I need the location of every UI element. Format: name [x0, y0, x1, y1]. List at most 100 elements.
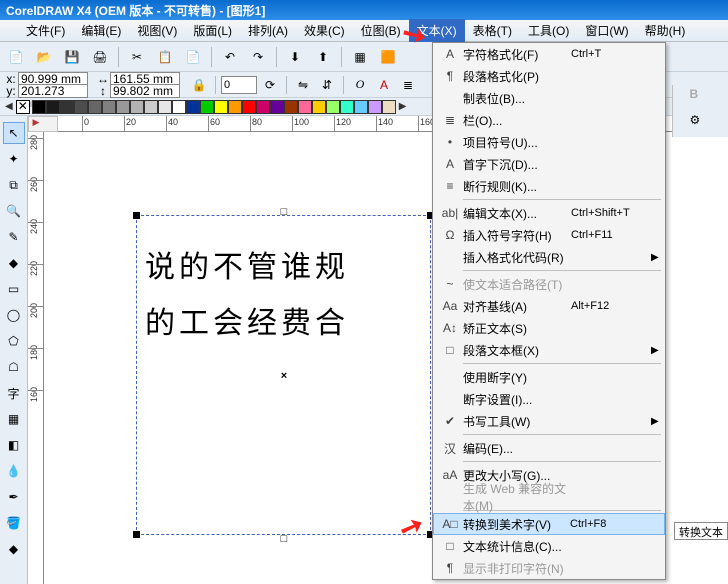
menu-item[interactable]: A□转换到美术字(V)Ctrl+F8: [433, 513, 665, 535]
palette-left-arrow[interactable]: ◀: [2, 101, 16, 112]
basic-shapes-icon[interactable]: ☖: [3, 356, 25, 378]
app-launcher-icon[interactable]: ▦: [348, 45, 372, 69]
rotation-input[interactable]: [221, 76, 257, 94]
export-icon[interactable]: ⬆: [311, 45, 335, 69]
menu-4[interactable]: 排列(A): [240, 19, 296, 42]
color-swatch[interactable]: [270, 100, 284, 114]
edit-text-icon[interactable]: ≣: [397, 74, 419, 96]
smart-fill-icon[interactable]: ◆: [3, 252, 25, 274]
outline-tool-icon[interactable]: ✒: [3, 486, 25, 508]
mirror-v-icon[interactable]: ⇵: [316, 74, 338, 96]
redo-icon[interactable]: ↷: [246, 45, 270, 69]
menu-item[interactable]: 制表位(B)...: [433, 87, 665, 109]
color-swatch[interactable]: [326, 100, 340, 114]
blend-tool-icon[interactable]: ◧: [3, 434, 25, 456]
menu-9[interactable]: 工具(O): [520, 19, 577, 42]
welcome-icon[interactable]: 🟧: [376, 45, 400, 69]
copy-icon[interactable]: 📋: [153, 45, 177, 69]
no-color-swatch[interactable]: [16, 100, 30, 114]
menu-3[interactable]: 版面(L): [185, 19, 240, 42]
color-swatch[interactable]: [88, 100, 102, 114]
menu-1[interactable]: 编辑(E): [73, 19, 129, 42]
mirror-h-icon[interactable]: ⇋: [292, 74, 314, 96]
ellipse-tool-icon[interactable]: ◯: [3, 304, 25, 326]
text-tool-icon[interactable]: 字: [3, 382, 25, 404]
menu-6[interactable]: 位图(B): [353, 19, 409, 42]
color-swatch[interactable]: [60, 100, 74, 114]
import-icon[interactable]: ⬇: [283, 45, 307, 69]
menu-item[interactable]: □段落文本框(X)▶: [433, 339, 665, 361]
bold-icon[interactable]: B: [690, 87, 712, 109]
crop-tool-icon[interactable]: ⧉: [3, 174, 25, 196]
color-swatch[interactable]: [102, 100, 116, 114]
color-swatch[interactable]: [144, 100, 158, 114]
color-swatch[interactable]: [382, 100, 396, 114]
color-swatch[interactable]: [46, 100, 60, 114]
menu-0[interactable]: 文件(F): [18, 19, 73, 42]
eyedropper-icon[interactable]: 💧: [3, 460, 25, 482]
pos-y[interactable]: 201.273 mm: [18, 84, 88, 98]
menu-11[interactable]: 帮助(H): [637, 19, 694, 42]
color-swatch[interactable]: [242, 100, 256, 114]
menu-item[interactable]: ¶段落格式化(P): [433, 65, 665, 87]
cut-icon[interactable]: ✂: [125, 45, 149, 69]
menu-item[interactable]: Ω插入符号字符(H)Ctrl+F11: [433, 224, 665, 246]
menu-item[interactable]: A↕矫正文本(S): [433, 317, 665, 339]
menu-item[interactable]: A首字下沉(D)...: [433, 153, 665, 175]
save-icon[interactable]: 💾: [60, 45, 84, 69]
color-swatch[interactable]: [256, 100, 270, 114]
menu-item[interactable]: 断字设置(I)...: [433, 388, 665, 410]
menu-10[interactable]: 窗口(W): [577, 19, 636, 42]
color-swatch[interactable]: [172, 100, 186, 114]
color-swatch[interactable]: [158, 100, 172, 114]
color-swatch[interactable]: [298, 100, 312, 114]
freehand-tool-icon[interactable]: ✎: [3, 226, 25, 248]
menu-item[interactable]: ✔书写工具(W)▶: [433, 410, 665, 432]
menu-item[interactable]: ≡断行规则(K)...: [433, 175, 665, 197]
menu-item[interactable]: □文本统计信息(C)...: [433, 535, 665, 557]
ruler-origin[interactable]: ▶: [28, 116, 58, 132]
color-swatch[interactable]: [368, 100, 382, 114]
lock-ratio-icon[interactable]: 🔒: [188, 74, 210, 96]
color-swatch[interactable]: [74, 100, 88, 114]
selection-box[interactable]: □ □ × 说的不管谁规 的工会经费合: [136, 215, 431, 535]
menu-item[interactable]: A字符格式化(F)Ctrl+T: [433, 43, 665, 65]
tool-icon[interactable]: ⚙: [690, 113, 712, 135]
shape-tool-icon[interactable]: ✦: [3, 148, 25, 170]
menu-item[interactable]: ab|编辑文本(X)...Ctrl+Shift+T: [433, 202, 665, 224]
menu-8[interactable]: 表格(T): [465, 19, 520, 42]
char-format-icon[interactable]: A: [373, 74, 395, 96]
undo-icon[interactable]: ↶: [218, 45, 242, 69]
menu-item[interactable]: 插入格式化代码(R)▶: [433, 246, 665, 268]
color-swatch[interactable]: [130, 100, 144, 114]
pick-tool-icon[interactable]: ↖: [3, 122, 25, 144]
menu-item[interactable]: ≣栏(O)...: [433, 109, 665, 131]
color-swatch[interactable]: [186, 100, 200, 114]
color-swatch[interactable]: [354, 100, 368, 114]
color-swatch[interactable]: [200, 100, 214, 114]
fill-tool-icon[interactable]: 🪣: [3, 512, 25, 534]
para-text-icon[interactable]: O: [349, 74, 371, 96]
interactive-fill-icon[interactable]: ◆: [3, 538, 25, 560]
menu-7[interactable]: 文本(X): [409, 19, 465, 42]
rotate-icon[interactable]: ⟳: [259, 74, 281, 96]
polygon-tool-icon[interactable]: ⬠: [3, 330, 25, 352]
color-swatch[interactable]: [312, 100, 326, 114]
color-swatch[interactable]: [284, 100, 298, 114]
palette-right-arrow[interactable]: ▶: [396, 101, 410, 112]
menu-item[interactable]: 使用断字(Y): [433, 366, 665, 388]
rectangle-tool-icon[interactable]: ▭: [3, 278, 25, 300]
color-swatch[interactable]: [340, 100, 354, 114]
menu-5[interactable]: 效果(C): [296, 19, 353, 42]
new-icon[interactable]: 📄: [4, 45, 28, 69]
color-swatch[interactable]: [228, 100, 242, 114]
zoom-tool-icon[interactable]: 🔍: [3, 200, 25, 222]
menu-item[interactable]: Aa对齐基线(A)Alt+F12: [433, 295, 665, 317]
menu-item[interactable]: 汉编码(E)...: [433, 437, 665, 459]
menu-2[interactable]: 视图(V): [129, 19, 185, 42]
menu-item[interactable]: •项目符号(U)...: [433, 131, 665, 153]
color-swatch[interactable]: [32, 100, 46, 114]
color-swatch[interactable]: [214, 100, 228, 114]
size-h[interactable]: 99.802 mm: [110, 84, 180, 98]
open-icon[interactable]: 📂: [32, 45, 56, 69]
